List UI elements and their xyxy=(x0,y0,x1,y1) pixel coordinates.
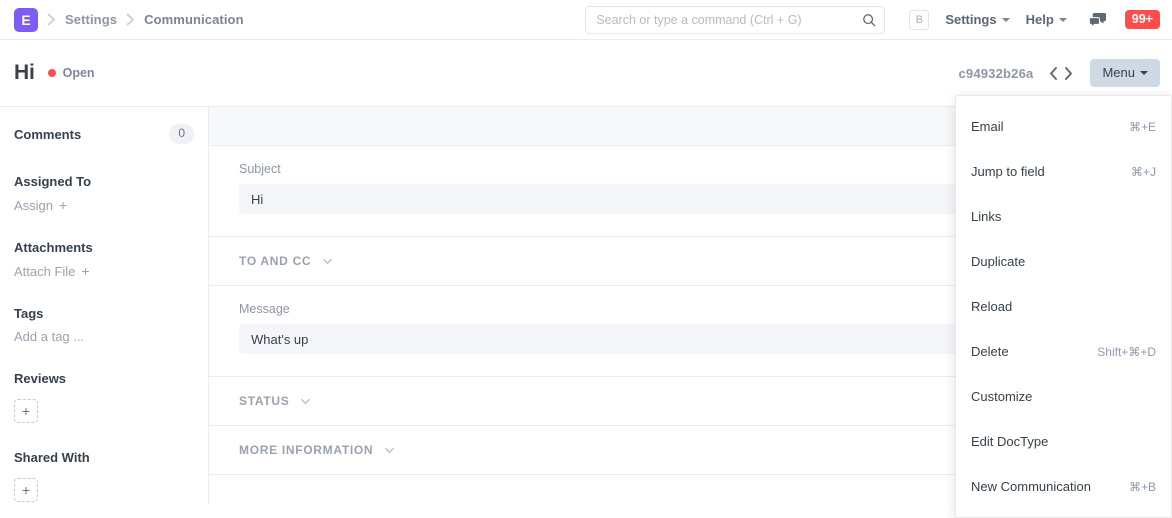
subject-input[interactable]: Hi xyxy=(239,184,969,214)
sidebar-section-attachments: Attachments Attach File + xyxy=(0,234,208,279)
menu-item-edit-doctype[interactable]: Edit DocType xyxy=(956,419,1171,464)
nav-settings-label: Settings xyxy=(945,12,996,27)
menu-item-delete-shortcut: Shift+⌘+D xyxy=(1097,345,1156,359)
notification-badge[interactable]: 99+ xyxy=(1125,10,1160,30)
sidebar-tags-label: Tags xyxy=(14,306,43,321)
menu-item-duplicate-label: Duplicate xyxy=(971,254,1025,269)
menu-button-label: Menu xyxy=(1102,66,1135,79)
to-and-cc-label: TO AND CC xyxy=(239,254,311,268)
add-tag-label: Add a tag ... xyxy=(14,329,84,344)
sidebar-section-shared-with: Shared With + xyxy=(0,444,208,502)
menu-item-new-communication-shortcut: ⌘+B xyxy=(1129,480,1156,494)
chevron-down-icon-to-and-cc xyxy=(322,256,333,267)
menu-item-new-communication[interactable]: New Communication ⌘+B xyxy=(956,464,1171,509)
status-dot-icon xyxy=(48,69,56,77)
menu-item-delete-label: Delete xyxy=(971,344,1009,359)
sidebar-section-assigned-to: Assigned To Assign + xyxy=(0,168,208,213)
breadcrumb-separator-icon-2 xyxy=(126,13,135,26)
chevron-down-icon-status xyxy=(300,396,311,407)
assign-button[interactable]: Assign + xyxy=(0,197,208,213)
sidebar-section-tags: Tags Add a tag ... xyxy=(0,300,208,344)
menu-item-reload[interactable]: Reload xyxy=(956,284,1171,329)
app-logo[interactable]: E xyxy=(14,8,38,32)
page-header-right-group: c94932b26a Menu xyxy=(958,59,1172,87)
sidebar-section-comments[interactable]: Comments 0 xyxy=(0,121,208,147)
top-navbar: E Settings Communication B Settings Help xyxy=(0,0,1172,40)
nav-settings-dropdown[interactable]: Settings xyxy=(945,12,1009,27)
search-input[interactable] xyxy=(586,7,884,33)
chevron-down-icon-menu xyxy=(1140,71,1148,75)
menu-item-customize-label: Customize xyxy=(971,389,1032,404)
sidebar-attachments-label: Attachments xyxy=(14,240,93,255)
chat-bubbles-icon[interactable] xyxy=(1089,12,1107,28)
sidebar-comments-count: 0 xyxy=(169,124,194,144)
menu-item-jump-to-field-shortcut: ⌘+J xyxy=(1131,165,1156,179)
search-box[interactable] xyxy=(585,6,885,34)
menu-item-links-label: Links xyxy=(971,209,1001,224)
menu-item-delete[interactable]: Delete Shift+⌘+D xyxy=(956,329,1171,374)
sidebar-section-reviews: Reviews + xyxy=(0,365,208,423)
nav-help-dropdown[interactable]: Help xyxy=(1026,12,1067,27)
chevron-right-icon[interactable] xyxy=(1061,66,1076,81)
status-label: Open xyxy=(63,66,95,80)
menu-item-edit-doctype-label: Edit DocType xyxy=(971,434,1048,449)
navbar-right-group: B Settings Help 99+ xyxy=(585,0,1172,39)
sidebar-shared-with-label: Shared With xyxy=(14,450,90,465)
menu-item-reload-label: Reload xyxy=(971,299,1012,314)
menu-item-jump-to-field-label: Jump to field xyxy=(971,164,1045,179)
sidebar-reviews-label: Reviews xyxy=(14,371,66,386)
attach-file-label: Attach File xyxy=(14,264,75,279)
add-share-button[interactable]: + xyxy=(14,478,38,502)
menu-item-jump-to-field[interactable]: Jump to field ⌘+J xyxy=(956,149,1171,194)
nav-help-label: Help xyxy=(1026,12,1054,27)
add-review-button[interactable]: + xyxy=(14,399,38,423)
chevron-left-icon[interactable] xyxy=(1046,66,1061,81)
plus-icon-attach: + xyxy=(81,263,89,279)
status-badge: Open xyxy=(48,66,95,80)
menu-item-new-communication-label: New Communication xyxy=(971,479,1091,494)
chevron-down-icon-more-information xyxy=(384,445,395,456)
breadcrumb-separator-icon xyxy=(47,13,56,26)
breadcrumb-settings[interactable]: Settings xyxy=(65,12,117,27)
menu-item-email-label: Email xyxy=(971,119,1004,134)
menu-button[interactable]: Menu xyxy=(1090,59,1160,87)
breadcrumb-communication[interactable]: Communication xyxy=(144,12,244,27)
document-id: c94932b26a xyxy=(958,66,1033,81)
assign-label: Assign xyxy=(14,198,53,213)
attach-file-button[interactable]: Attach File + xyxy=(0,263,208,279)
message-input[interactable]: What's up xyxy=(239,324,969,354)
more-information-label: MORE INFORMATION xyxy=(239,443,373,457)
menu-dropdown: Email ⌘+E Jump to field ⌘+J Links Duplic… xyxy=(955,95,1172,518)
search-icon[interactable] xyxy=(862,13,876,27)
sidebar-comments-label: Comments xyxy=(14,127,81,142)
plus-icon-assign: + xyxy=(59,197,67,213)
menu-item-duplicate[interactable]: Duplicate xyxy=(956,239,1171,284)
record-navigation xyxy=(1046,66,1076,81)
add-tag-input[interactable]: Add a tag ... xyxy=(0,329,208,344)
chevron-down-icon-2 xyxy=(1059,18,1067,22)
page-title: Hi xyxy=(14,61,35,85)
menu-item-links[interactable]: Links xyxy=(956,194,1171,239)
form-sidebar: Comments 0 Assigned To Assign + Attachme… xyxy=(0,107,209,504)
sidebar-assigned-to-label: Assigned To xyxy=(14,174,91,189)
menu-item-customize[interactable]: Customize xyxy=(956,374,1171,419)
chevron-down-icon xyxy=(1002,18,1010,22)
menu-item-email-shortcut: ⌘+E xyxy=(1129,120,1156,134)
menu-item-email[interactable]: Email ⌘+E xyxy=(956,104,1171,149)
status-section-label: STATUS xyxy=(239,394,289,408)
avatar[interactable]: B xyxy=(909,10,929,30)
